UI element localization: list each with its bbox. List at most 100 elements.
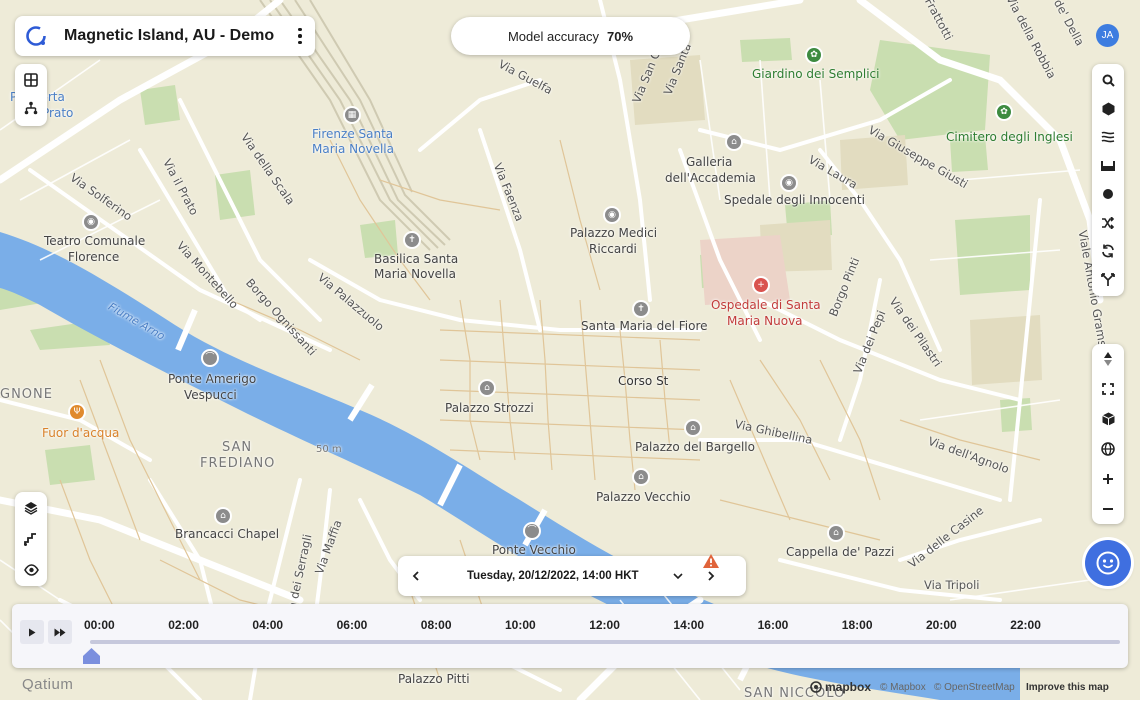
warning-triangle-icon[interactable] xyxy=(702,553,720,569)
map-label: Cimitero degli Inglesi xyxy=(946,130,1073,144)
map-label: dell'Accademia xyxy=(665,171,756,185)
map-label: Cappella de' Pazzi xyxy=(786,545,895,559)
brand-watermark: Qatium xyxy=(22,676,74,693)
map-label: Firenze Santa xyxy=(312,127,394,141)
kebab-menu-icon[interactable] xyxy=(291,24,309,48)
map-label: Riccardi xyxy=(589,242,637,256)
church-icon[interactable]: ✝ xyxy=(634,302,648,316)
timeline-hour-label[interactable]: 00:00 xyxy=(84,618,115,632)
timeline-thumb[interactable] xyxy=(83,648,100,664)
timeline-hour-label[interactable]: 10:00 xyxy=(505,618,536,632)
chevron-left-icon xyxy=(412,571,419,581)
play-icon xyxy=(29,628,36,636)
dot-icon[interactable] xyxy=(1092,180,1124,208)
network-tree-icon[interactable] xyxy=(15,94,47,122)
timeline-hour-label[interactable]: 06:00 xyxy=(337,618,368,632)
branch-merge-icon[interactable] xyxy=(1092,266,1124,294)
map-label: Palazzo Strozzi xyxy=(445,401,534,415)
theatre-icon[interactable]: ◉ xyxy=(84,215,98,229)
previous-day-button[interactable] xyxy=(398,556,434,596)
mapbox-copyright-link[interactable]: © Mapbox xyxy=(880,682,926,693)
fast-forward-button[interactable] xyxy=(48,620,72,644)
qatium-logo-icon[interactable] xyxy=(25,25,47,47)
play-button[interactable] xyxy=(20,620,44,644)
map-label: 50 m xyxy=(316,444,342,455)
improve-map-link[interactable]: Improve this map xyxy=(1026,682,1109,693)
museum-icon[interactable]: ⌂ xyxy=(727,135,741,149)
map-label: Brancacci Chapel xyxy=(175,527,280,541)
church-icon[interactable]: ⌂ xyxy=(216,509,230,523)
compass-north-icon[interactable] xyxy=(1092,345,1124,373)
museum-icon[interactable]: ⌂ xyxy=(480,381,494,395)
museum-icon[interactable]: ⌂ xyxy=(686,421,700,435)
timeline-hour-label[interactable]: 12:00 xyxy=(589,618,620,632)
tray-icon[interactable] xyxy=(1092,152,1124,180)
accuracy-label: Model accuracy xyxy=(507,28,599,44)
mapbox-logo[interactable]: mapbox xyxy=(810,680,871,694)
map-label: Palazzo Vecchio xyxy=(596,490,691,504)
museum-icon[interactable]: ◉ xyxy=(605,208,619,222)
fast-forward-icon xyxy=(54,628,66,636)
map-navigation-toolbar xyxy=(1092,344,1124,524)
layers-icon[interactable] xyxy=(15,494,47,522)
date-picker: Tuesday, 20/12/2022, 14:00 HKT xyxy=(398,556,746,596)
district-label: FREDIANO xyxy=(200,456,276,471)
map-label: Ponte Amerigo xyxy=(168,372,257,386)
grid-view-icon[interactable] xyxy=(15,66,47,94)
timeline-hour-label[interactable]: 20:00 xyxy=(926,618,957,632)
museum-icon[interactable]: ◉ xyxy=(782,176,796,190)
globe-icon[interactable] xyxy=(1092,435,1124,463)
zoom-out-icon[interactable] xyxy=(1092,495,1124,523)
accuracy-value: 70% xyxy=(607,28,634,44)
chevron-down-icon[interactable] xyxy=(671,569,685,583)
map-label: Palazzo Medici xyxy=(570,226,658,240)
timeline-hour-label[interactable]: 08:00 xyxy=(421,618,452,632)
map-label: Corso St xyxy=(618,374,669,388)
osm-copyright-link[interactable]: © OpenStreetMap xyxy=(934,682,1015,693)
fullscreen-icon[interactable] xyxy=(1092,375,1124,403)
user-avatar[interactable]: JA xyxy=(1096,24,1119,47)
timeline-hour-label[interactable]: 18:00 xyxy=(842,618,873,632)
visibility-eye-icon[interactable] xyxy=(15,556,47,584)
project-title[interactable]: Magnetic Island, AU - Demo xyxy=(64,27,274,45)
lines-icon[interactable] xyxy=(1092,123,1124,151)
bridge-icon[interactable]: ⌒ xyxy=(203,351,217,365)
elevation-profile-icon[interactable] xyxy=(15,525,47,553)
church-icon[interactable]: ⌂ xyxy=(829,526,843,540)
map-label: Fuor d'acqua xyxy=(42,426,120,440)
zoom-in-icon[interactable] xyxy=(1092,465,1124,493)
map-label: Spedale degli Innocenti xyxy=(724,193,865,207)
shuffle-icon[interactable] xyxy=(1092,209,1124,237)
district-label: SAN xyxy=(222,440,253,455)
assistant-bot-icon[interactable] xyxy=(1085,540,1131,586)
museum-icon[interactable]: ⌂ xyxy=(634,470,648,484)
map-label: Maria Nuova xyxy=(727,314,803,328)
train-station-icon[interactable]: ▦ xyxy=(345,108,359,122)
cemetery-icon[interactable]: ✿ xyxy=(997,105,1011,119)
hexagon-icon[interactable] xyxy=(1092,95,1124,123)
timeline-hour-label[interactable]: 02:00 xyxy=(168,618,199,632)
search-icon[interactable] xyxy=(1092,66,1124,94)
garden-icon[interactable]: ✿ xyxy=(807,48,821,62)
map-label: Vespucci xyxy=(184,388,237,402)
timeline-hour-label[interactable]: 16:00 xyxy=(758,618,789,632)
current-date[interactable]: Tuesday, 20/12/2022, 14:00 HKT xyxy=(467,570,639,582)
timeline-hour-label[interactable]: 14:00 xyxy=(673,618,704,632)
left-top-toolbar xyxy=(15,64,47,126)
church-icon[interactable]: ✝ xyxy=(405,233,419,247)
refresh-cycle-icon[interactable] xyxy=(1092,237,1124,265)
model-accuracy-badge: Model accuracy 70% xyxy=(451,17,690,55)
bridge-icon[interactable]: ⌒ xyxy=(525,524,539,538)
3d-cube-icon[interactable] xyxy=(1092,405,1124,433)
map-label: Ponte Vecchio xyxy=(492,543,576,557)
map-label: Ospedale di Santa xyxy=(711,298,821,312)
park-areas xyxy=(0,38,1032,485)
timeline-hour-label[interactable]: 04:00 xyxy=(252,618,283,632)
restaurant-icon[interactable]: Ψ xyxy=(70,405,84,419)
map-label: Basilica Santa xyxy=(374,252,459,266)
timeline-hour-label[interactable]: 22:00 xyxy=(1010,618,1041,632)
timeline-track[interactable] xyxy=(90,640,1120,644)
map-label: Santa Maria del Fiore xyxy=(581,319,708,333)
project-title-panel: Magnetic Island, AU - Demo xyxy=(15,16,315,56)
hospital-icon[interactable]: + xyxy=(754,278,768,292)
